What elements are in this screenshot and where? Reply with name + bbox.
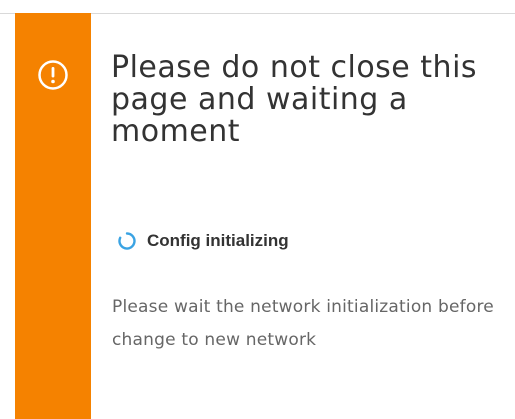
loading-spinner-icon	[117, 231, 137, 251]
page-title: Please do not close this page and waitin…	[111, 50, 478, 149]
status-text: Config initializing	[147, 231, 289, 250]
exclamation-circle-icon	[37, 59, 69, 91]
dialog-content: Please do not close this page and waitin…	[111, 52, 503, 148]
info-message: Please wait the network initialization b…	[112, 297, 494, 350]
status-row: Config initializing	[117, 230, 289, 252]
